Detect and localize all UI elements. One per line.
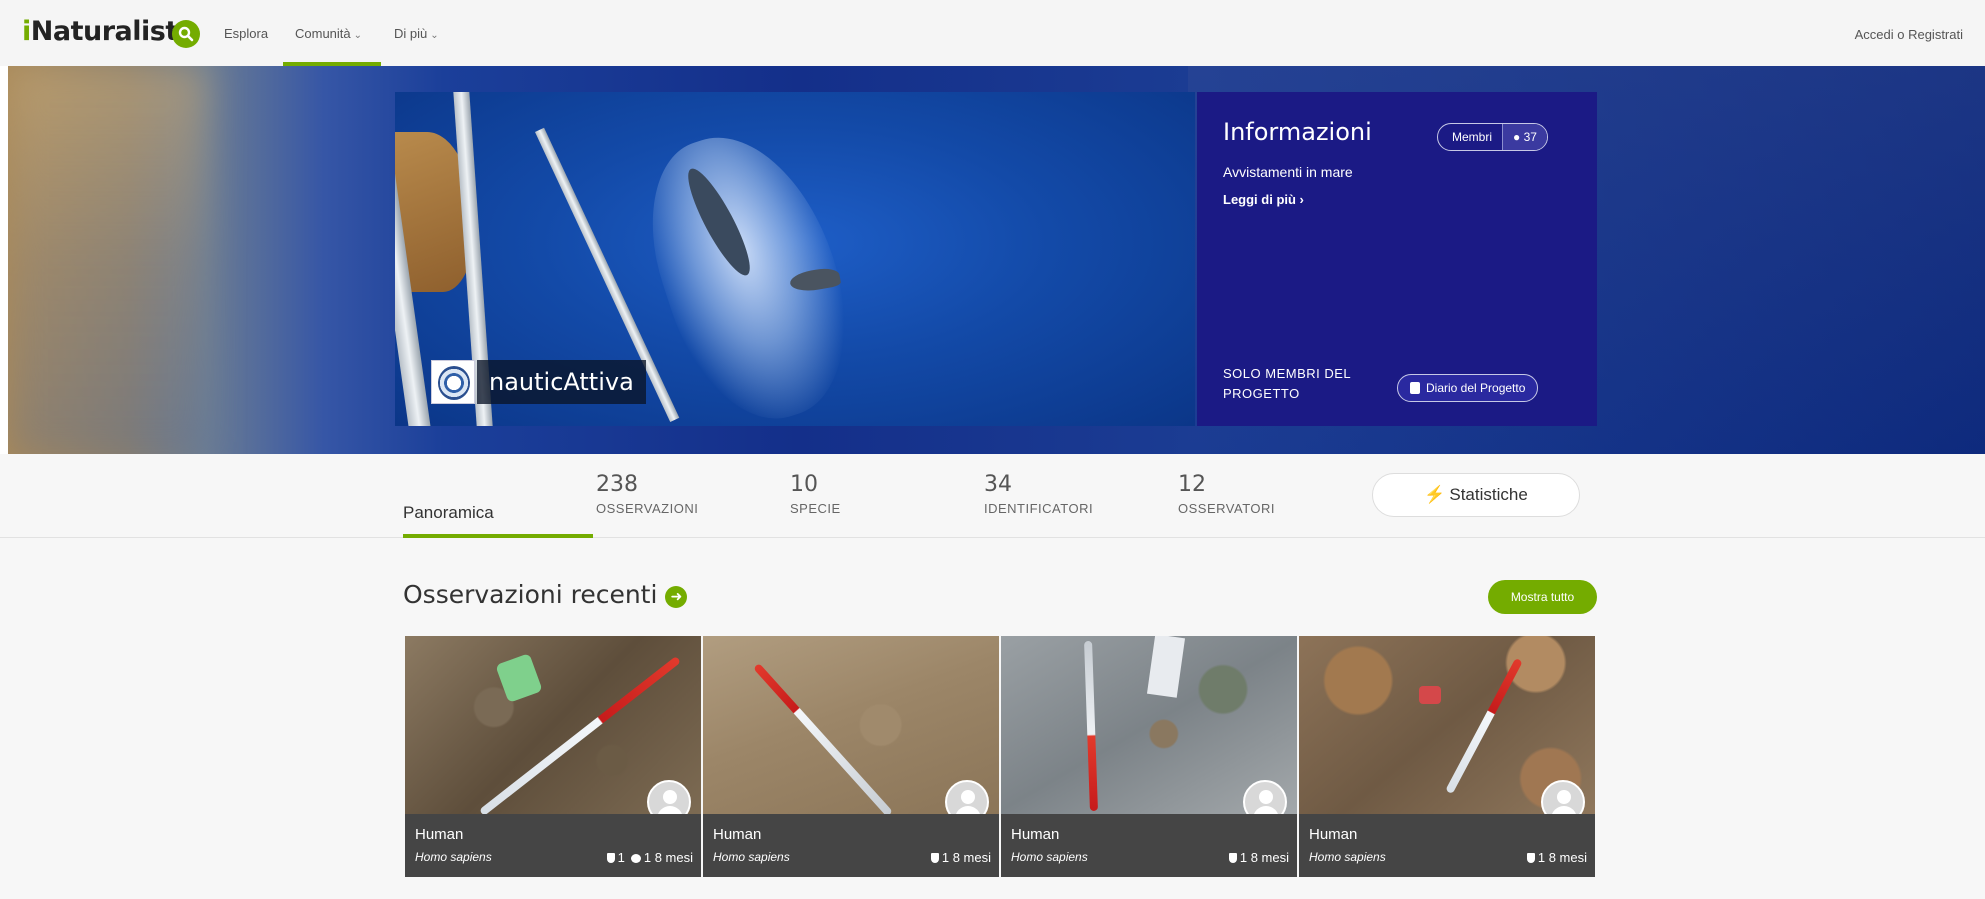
search-icon [178, 26, 194, 42]
observation-card[interactable]: Human Homo sapiens 1 8 mesi [1299, 636, 1595, 877]
read-more-link[interactable]: Leggi di più › [1223, 192, 1304, 207]
comment-icon [630, 854, 641, 863]
document-icon [1410, 382, 1420, 394]
project-description: Avvistamenti in mare [1223, 164, 1353, 180]
paper-strip [1146, 636, 1186, 698]
project-logo [431, 360, 475, 404]
info-title: Informazioni [1223, 118, 1372, 146]
observation-meta: 11 8 mesi [606, 850, 693, 865]
lightning-icon: ⚡ [1424, 485, 1446, 504]
members-button[interactable]: Membri ● 37 [1437, 123, 1548, 151]
observation-meta: 1 8 mesi [930, 850, 991, 865]
bottle-cap [1419, 686, 1441, 704]
observation-caption: Human Homo sapiens 1 8 mesi [703, 814, 999, 877]
stat-observations[interactable]: 238 OSSERVAZIONI [596, 472, 698, 516]
observation-meta: 1 8 mesi [1526, 850, 1587, 865]
plastic-fragment [495, 653, 543, 703]
identification-icon [1526, 853, 1535, 863]
observation-caption: Human Homo sapiens 1 8 mesi [1001, 814, 1297, 877]
identification-icon [606, 853, 615, 863]
members-only-label: SOLO MEMBRI DEL PROGETTO [1223, 366, 1351, 401]
pen-litter [1445, 657, 1523, 795]
project-banner-image: nauticAttiva [395, 92, 1195, 426]
show-all-button[interactable]: Mostra tutto [1488, 580, 1597, 614]
stat-observers[interactable]: 12 OSSERVATORI [1178, 472, 1275, 516]
project-title: nauticAttiva [477, 360, 646, 404]
top-nav: iNaturalist Esplora Comunità ⌄ Di più ⌄ Ac… [0, 0, 1985, 66]
project-emblem-icon [438, 366, 470, 400]
observation-card[interactable]: Human Homo sapiens 11 8 mesi [405, 636, 701, 877]
observation-caption: Human Homo sapiens 1 8 mesi [1299, 814, 1595, 877]
identification-icon [1228, 853, 1237, 863]
pen-litter [1084, 640, 1098, 812]
inaturalist-logo[interactable]: iNaturalist [22, 16, 178, 47]
chevron-down-icon: ⌄ [353, 30, 363, 41]
stat-species[interactable]: 10 SPECIE [790, 472, 841, 516]
chevron-down-icon: ⌄ [430, 30, 439, 41]
identification-icon [930, 853, 939, 863]
observation-meta: 1 8 mesi [1228, 850, 1289, 865]
statistics-button[interactable]: ⚡ Statistiche [1372, 473, 1580, 517]
login-link[interactable]: Accedi o Registrati [1855, 27, 1963, 42]
observation-card[interactable]: Human Homo sapiens 1 8 mesi [1001, 636, 1297, 877]
project-info-panel: Informazioni Membri ● 37 Avvistamenti in… [1197, 92, 1597, 426]
stat-identifiers[interactable]: 34 IDENTIFICATORI [984, 472, 1093, 516]
members-count: ● 37 [1502, 124, 1547, 150]
observation-card[interactable]: Human Homo sapiens 1 8 mesi [703, 636, 999, 877]
project-journal-button[interactable]: Diario del Progetto [1397, 374, 1539, 402]
recent-observations-title[interactable]: Osservazioni recenti ➜ [403, 580, 688, 609]
search-button[interactable] [172, 20, 200, 48]
observation-caption: Human Homo sapiens 11 8 mesi [405, 814, 701, 877]
nav-more[interactable]: Di più ⌄ [394, 26, 439, 41]
tab-overview[interactable]: Panoramica [403, 503, 494, 523]
nav-community[interactable]: Comunità ⌄ [295, 26, 362, 41]
arrow-right-icon: ➜ [665, 586, 688, 608]
hero-background-blur [8, 66, 208, 454]
nav-explore[interactable]: Esplora [224, 26, 268, 41]
pen-litter [753, 663, 893, 817]
user-icon: ● [1513, 130, 1524, 144]
